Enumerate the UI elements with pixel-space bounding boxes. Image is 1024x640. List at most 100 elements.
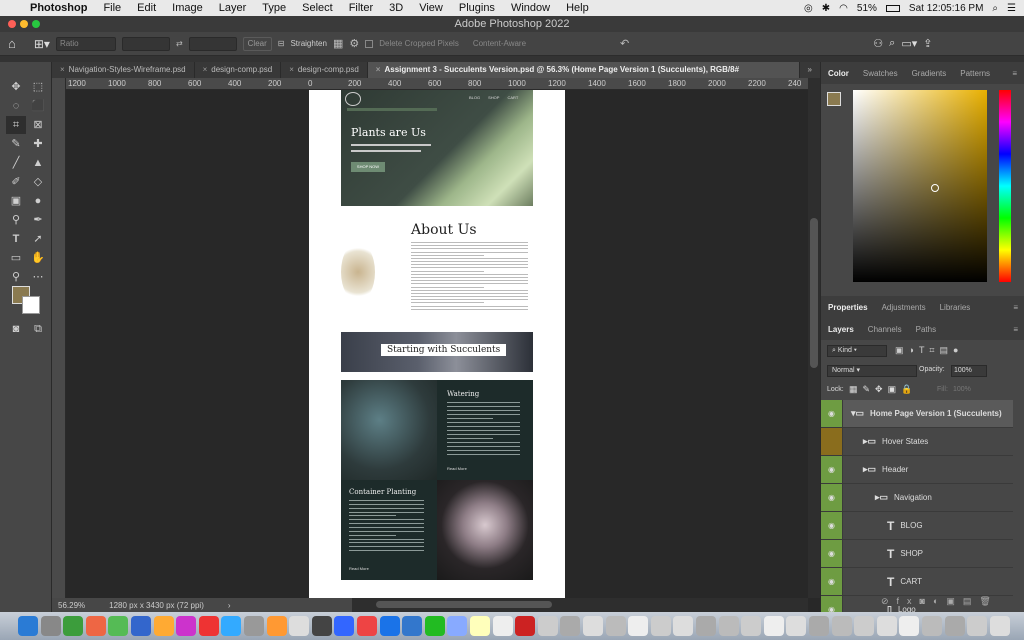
search-icon[interactable]: ⌕ bbox=[889, 37, 895, 50]
creative-cloud-icon[interactable]: ◎ bbox=[804, 3, 813, 14]
tab-paths[interactable]: Paths bbox=[909, 325, 943, 334]
opacity-field[interactable]: 100% bbox=[951, 365, 987, 377]
dock-app-icon[interactable] bbox=[537, 616, 558, 636]
eyedropper-tool-icon[interactable]: ✎ bbox=[6, 135, 26, 153]
ratio-width-field[interactable] bbox=[121, 36, 170, 51]
tab-assignment-3[interactable]: × Assignment 3 - Succulents Version.psd @… bbox=[367, 62, 800, 78]
tab-swatches[interactable]: Swatches bbox=[856, 69, 905, 78]
menu-type[interactable]: Type bbox=[254, 2, 294, 14]
dock-app-icon[interactable] bbox=[334, 616, 355, 636]
fill-field[interactable]: 100% bbox=[953, 386, 971, 393]
dock-app-icon[interactable] bbox=[492, 616, 513, 636]
vertical-scroll-thumb[interactable] bbox=[810, 218, 818, 368]
battery-label[interactable]: 51% bbox=[857, 3, 877, 14]
layer-filter-icons[interactable]: ▣◑T⌗▤● bbox=[895, 345, 963, 356]
control-center-icon[interactable]: ☰ bbox=[1007, 3, 1016, 14]
menu-help[interactable]: Help bbox=[558, 2, 597, 14]
settings-gear-icon[interactable]: ⚙ bbox=[349, 37, 359, 50]
healing-brush-tool-icon[interactable]: ✚ bbox=[28, 135, 48, 153]
visibility-eye-icon[interactable]: ◉ bbox=[821, 484, 843, 511]
zoom-window-button[interactable] bbox=[32, 20, 40, 28]
tab-navigation-styles[interactable]: × Navigation-Styles-Wireframe.psd bbox=[52, 62, 195, 78]
visibility-eye-icon[interactable]: ◉ bbox=[821, 400, 843, 427]
dock-app-icon[interactable] bbox=[85, 616, 106, 636]
dock-app-icon[interactable] bbox=[176, 616, 197, 636]
dock-app-icon[interactable] bbox=[470, 616, 490, 636]
visibility-eye-icon[interactable]: ◉ bbox=[821, 456, 843, 483]
visibility-eye-icon[interactable] bbox=[821, 428, 843, 455]
dock-app-icon[interactable] bbox=[605, 616, 626, 636]
tab-gradients[interactable]: Gradients bbox=[905, 69, 954, 78]
zoom-level[interactable]: 56.29% bbox=[58, 601, 85, 610]
menu-edit[interactable]: Edit bbox=[129, 2, 164, 14]
crop-tool-icon[interactable]: ⌗ bbox=[6, 116, 26, 134]
dock-app-icon[interactable] bbox=[696, 616, 716, 636]
horizontal-scroll-thumb[interactable] bbox=[376, 601, 552, 608]
straighten-button[interactable]: Straighten bbox=[290, 39, 326, 48]
menu-image[interactable]: Image bbox=[164, 2, 211, 14]
container-read-more[interactable]: Read More bbox=[349, 566, 369, 571]
dock-app-icon[interactable] bbox=[944, 616, 965, 636]
close-icon[interactable]: × bbox=[289, 65, 294, 74]
dock-app-icon[interactable] bbox=[628, 616, 649, 636]
share-icon[interactable]: ⇪ bbox=[923, 37, 932, 50]
brush-tool-icon[interactable]: ╱ bbox=[6, 154, 26, 172]
quick-mask-icon[interactable]: ◙ bbox=[6, 320, 26, 338]
dock-app-icon[interactable] bbox=[741, 616, 762, 636]
battery-icon[interactable] bbox=[885, 4, 900, 12]
dodge-tool-icon[interactable]: ⚲ bbox=[6, 211, 26, 229]
menu-filter[interactable]: Filter bbox=[341, 2, 381, 14]
clone-stamp-tool-icon[interactable]: ▲ bbox=[28, 154, 48, 172]
visibility-eye-icon[interactable]: ◉ bbox=[821, 540, 843, 567]
visibility-eye-icon[interactable]: ◉ bbox=[821, 568, 843, 595]
vertical-scrollbar[interactable] bbox=[808, 78, 820, 598]
tab-layers[interactable]: Layers bbox=[821, 325, 861, 334]
swap-icon[interactable]: ⇄ bbox=[176, 39, 183, 48]
object-select-tool-icon[interactable]: ⬛ bbox=[28, 97, 48, 115]
close-icon[interactable]: × bbox=[203, 65, 208, 74]
tab-properties[interactable]: Properties bbox=[821, 303, 875, 312]
menu-select[interactable]: Select bbox=[294, 2, 341, 14]
grid-overlay-icon[interactable]: ▦ bbox=[333, 37, 343, 50]
tab-adjustments[interactable]: Adjustments bbox=[875, 303, 933, 312]
nav-blog[interactable]: BLOG bbox=[469, 95, 480, 100]
dock-app-icon[interactable] bbox=[266, 616, 287, 636]
tab-libraries[interactable]: Libraries bbox=[933, 303, 978, 312]
dock-app-icon[interactable] bbox=[650, 616, 671, 636]
document-canvas[interactable]: BLOG SHOP CART Plants are Us SHOP NOW Ab… bbox=[309, 90, 565, 598]
dock-app-icon[interactable] bbox=[989, 616, 1010, 636]
nav-cart[interactable]: CART bbox=[507, 95, 518, 100]
canvas-area[interactable]: BLOG SHOP CART Plants are Us SHOP NOW Ab… bbox=[66, 90, 808, 598]
dock-app-icon[interactable] bbox=[854, 616, 875, 636]
dock-app-icon[interactable] bbox=[583, 616, 603, 636]
pen-tool-icon[interactable]: ✒ bbox=[28, 211, 48, 229]
tab-patterns[interactable]: Patterns bbox=[953, 69, 997, 78]
more-tools-icon[interactable]: ⋯ bbox=[28, 268, 48, 286]
dock-app-icon[interactable] bbox=[402, 616, 423, 636]
dock-app-icon[interactable] bbox=[131, 616, 151, 636]
dock-app-icon[interactable] bbox=[831, 616, 852, 636]
menu-window[interactable]: Window bbox=[503, 2, 558, 14]
path-selection-tool-icon[interactable]: ➚ bbox=[28, 230, 48, 248]
tab-channels[interactable]: Channels bbox=[861, 325, 909, 334]
clock[interactable]: Sat 12:05:16 PM bbox=[909, 3, 984, 14]
delete-cropped-checkbox[interactable] bbox=[365, 39, 374, 48]
layer-row[interactable]: ◉ T CART bbox=[821, 568, 1013, 596]
menu-layer[interactable]: Layer bbox=[211, 2, 255, 14]
dock-app-icon[interactable] bbox=[153, 616, 174, 636]
ratio-height-field[interactable] bbox=[188, 36, 237, 51]
marquee-tool-icon[interactable]: ⬚ bbox=[28, 78, 48, 96]
dock-app-icon[interactable] bbox=[18, 616, 38, 636]
frame-tool-icon[interactable]: ⊠ bbox=[28, 116, 48, 134]
panel-menu-icon[interactable]: ≡ bbox=[1005, 69, 1024, 78]
dock-app-icon[interactable] bbox=[244, 616, 264, 636]
dock-app-icon[interactable] bbox=[424, 616, 445, 636]
dock-app-icon[interactable] bbox=[786, 616, 807, 636]
color-picker-field[interactable] bbox=[853, 90, 987, 282]
dock-app-icon[interactable] bbox=[447, 616, 468, 636]
history-brush-tool-icon[interactable]: ✐ bbox=[6, 173, 26, 191]
clear-button[interactable]: Clear bbox=[242, 36, 272, 51]
dock-app-icon[interactable] bbox=[357, 616, 377, 636]
hand-tool-icon[interactable]: ✋ bbox=[28, 249, 48, 267]
minimize-window-button[interactable] bbox=[20, 20, 28, 28]
